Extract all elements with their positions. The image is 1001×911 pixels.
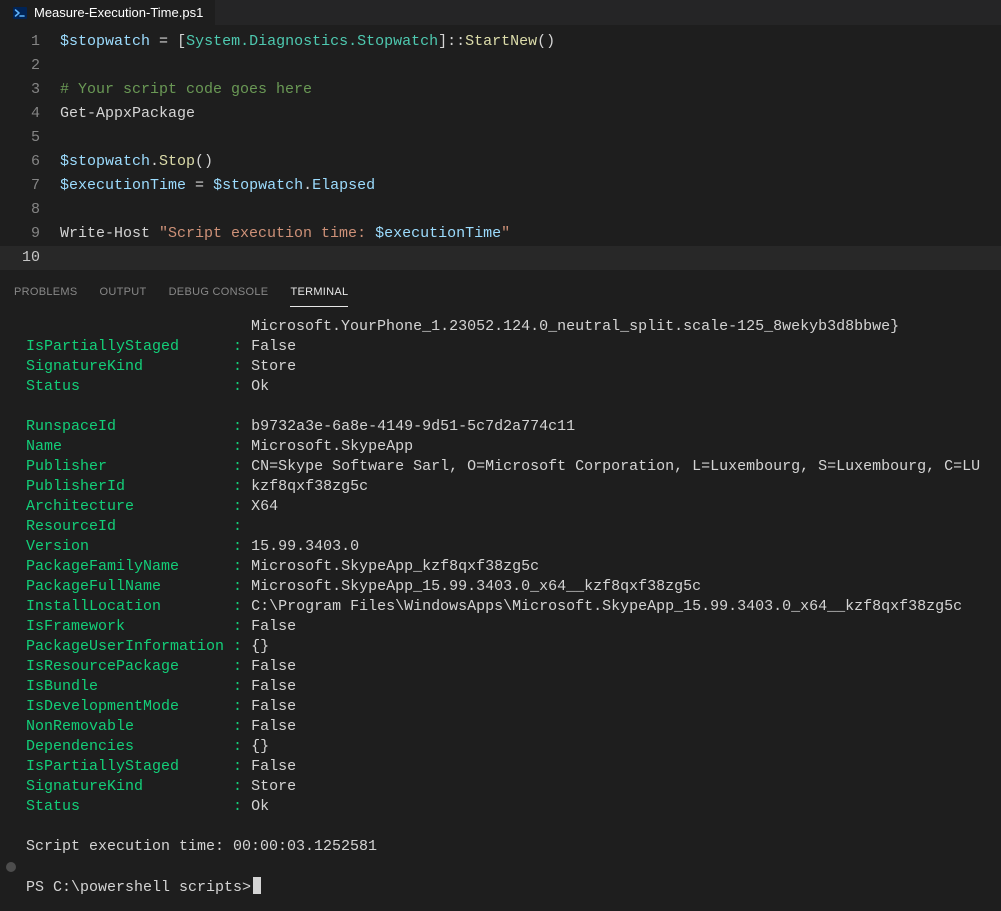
tab-debug-console[interactable]: DEBUG CONSOLE xyxy=(169,282,269,307)
terminal-line: Version : 15.99.3403.0 xyxy=(26,537,987,557)
line-number: 8 xyxy=(0,198,60,222)
terminal-line: Status : Ok xyxy=(26,377,987,397)
terminal-line: PackageFamilyName : Microsoft.SkypeApp_k… xyxy=(26,557,987,577)
terminal-line: RunspaceId : b9732a3e-6a8e-4149-9d51-5c7… xyxy=(26,417,987,437)
terminal-line: Architecture : X64 xyxy=(26,497,987,517)
terminal-line xyxy=(26,397,987,417)
code-content: $stopwatch.Stop() xyxy=(60,150,213,174)
tab-terminal[interactable]: TERMINAL xyxy=(290,282,348,307)
code-line[interactable]: 4Get-AppxPackage xyxy=(0,102,1001,126)
code-line[interactable]: 7$executionTime = $stopwatch.Elapsed xyxy=(0,174,1001,198)
terminal-line: IsResourcePackage : False xyxy=(26,657,987,677)
line-number: 3 xyxy=(0,78,60,102)
editor-tab-active[interactable]: Measure-Execution-Time.ps1 xyxy=(0,0,215,25)
terminal-output[interactable]: Microsoft.YourPhone_1.23052.124.0_neutra… xyxy=(0,307,1001,898)
terminal-line: ResourceId : xyxy=(26,517,987,537)
terminal-line: InstallLocation : C:\Program Files\Windo… xyxy=(26,597,987,617)
terminal-line: SignatureKind : Store xyxy=(26,777,987,797)
terminal-line: IsBundle : False xyxy=(26,677,987,697)
line-number: 4 xyxy=(0,102,60,126)
code-content: # Your script code goes here xyxy=(60,78,312,102)
editor-tab-filename: Measure-Execution-Time.ps1 xyxy=(34,5,203,20)
terminal-line: Script execution time: 00:00:03.1252581 xyxy=(26,837,987,857)
code-line[interactable]: 5 xyxy=(0,126,1001,150)
terminal-cursor xyxy=(253,877,261,894)
tab-problems[interactable]: PROBLEMS xyxy=(14,282,78,307)
terminal-line: Microsoft.YourPhone_1.23052.124.0_neutra… xyxy=(26,317,987,337)
line-number: 6 xyxy=(0,150,60,174)
tab-output[interactable]: OUTPUT xyxy=(100,282,147,307)
code-line[interactable]: 10 xyxy=(0,246,1001,270)
code-line[interactable]: 9Write-Host "Script execution time: $exe… xyxy=(0,222,1001,246)
line-number: 5 xyxy=(0,126,60,150)
terminal-line: Status : Ok xyxy=(26,797,987,817)
terminal-line: NonRemovable : False xyxy=(26,717,987,737)
line-number: 1 xyxy=(0,30,60,54)
terminal-line: SignatureKind : Store xyxy=(26,357,987,377)
code-content: Get-AppxPackage xyxy=(60,102,195,126)
terminal-line xyxy=(26,857,987,877)
powershell-file-icon xyxy=(12,5,28,21)
code-line[interactable]: 3# Your script code goes here xyxy=(0,78,1001,102)
editor-tab-bar: Measure-Execution-Time.ps1 xyxy=(0,0,1001,26)
code-line[interactable]: 6$stopwatch.Stop() xyxy=(0,150,1001,174)
line-number: 9 xyxy=(0,222,60,246)
terminal-line xyxy=(26,817,987,837)
line-number: 7 xyxy=(0,174,60,198)
terminal-line: IsDevelopmentMode : False xyxy=(26,697,987,717)
terminal-line: Publisher : CN=Skype Software Sarl, O=Mi… xyxy=(26,457,987,477)
terminal-line: PublisherId : kzf8qxf38zg5c xyxy=(26,477,987,497)
code-line[interactable]: 2 xyxy=(0,54,1001,78)
line-number: 2 xyxy=(0,54,60,78)
terminal-prompt[interactable]: PS C:\powershell scripts> xyxy=(26,877,987,898)
line-number: 10 xyxy=(0,246,60,270)
code-line[interactable]: 8 xyxy=(0,198,1001,222)
code-content: $stopwatch = [System.Diagnostics.Stopwat… xyxy=(60,30,555,54)
code-editor[interactable]: 1$stopwatch = [System.Diagnostics.Stopwa… xyxy=(0,26,1001,270)
terminal-line: Name : Microsoft.SkypeApp xyxy=(26,437,987,457)
terminal-line: IsFramework : False xyxy=(26,617,987,637)
panel-tab-bar: PROBLEMS OUTPUT DEBUG CONSOLE TERMINAL xyxy=(0,276,1001,307)
code-content: Write-Host "Script execution time: $exec… xyxy=(60,222,510,246)
terminal-line: Dependencies : {} xyxy=(26,737,987,757)
code-content: $executionTime = $stopwatch.Elapsed xyxy=(60,174,375,198)
terminal-line: IsPartiallyStaged : False xyxy=(26,757,987,777)
terminal-line: PackageUserInformation : {} xyxy=(26,637,987,657)
code-line[interactable]: 1$stopwatch = [System.Diagnostics.Stopwa… xyxy=(0,30,1001,54)
terminal-line: IsPartiallyStaged : False xyxy=(26,337,987,357)
breakpoint-gutter-indicator[interactable] xyxy=(6,862,16,872)
terminal-line: PackageFullName : Microsoft.SkypeApp_15.… xyxy=(26,577,987,597)
